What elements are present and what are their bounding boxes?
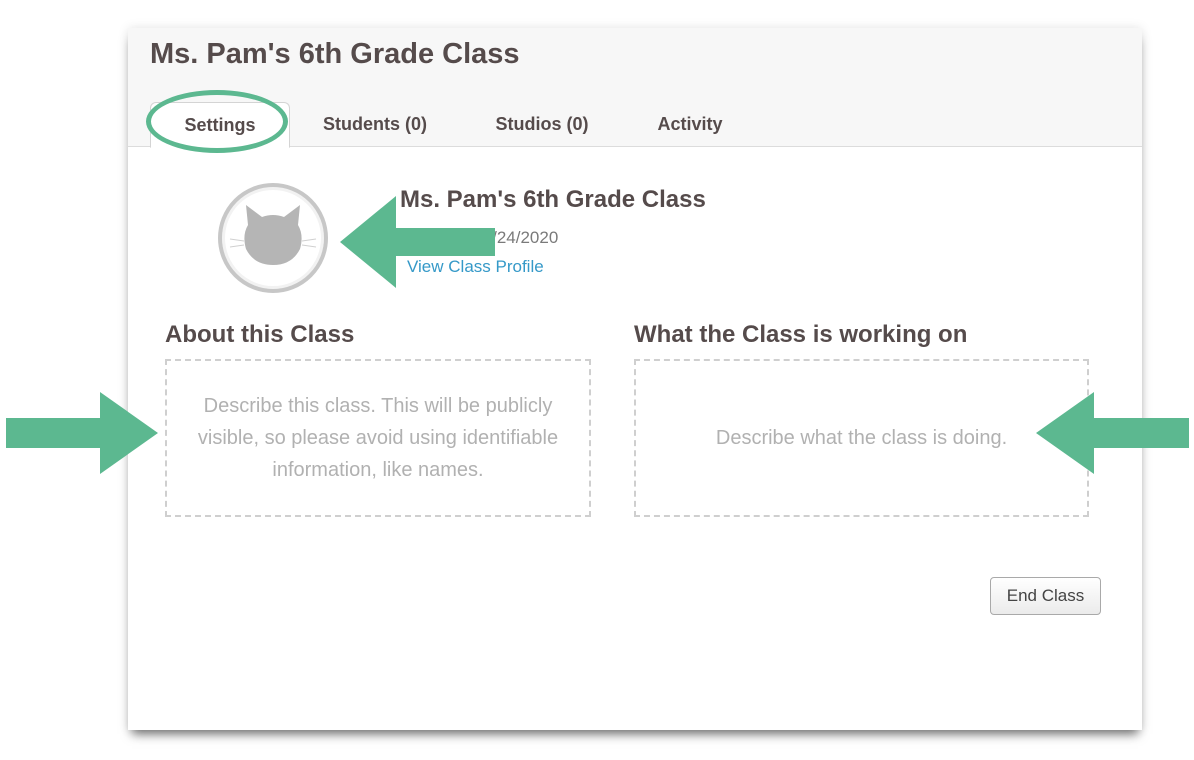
class-avatar[interactable] [218, 183, 328, 293]
working-on-description-field[interactable]: Describe what the class is doing. [634, 359, 1089, 517]
settings-tab-highlight-annotation [146, 90, 288, 153]
about-placeholder: Describe this class. This will be public… [197, 395, 559, 481]
tab-studios[interactable]: Studios (0) [470, 102, 614, 146]
tab-students[interactable]: Students (0) [300, 102, 450, 146]
page-title: Ms. Pam's 6th Grade Class [150, 38, 520, 70]
about-field-arrow-annotation [6, 392, 158, 474]
working-on-field-arrow-annotation [1036, 392, 1189, 474]
end-class-button[interactable]: End Class [990, 577, 1101, 615]
about-description-field[interactable]: Describe this class. This will be public… [165, 359, 591, 517]
working-on-placeholder: Describe what the class is doing. [715, 427, 1008, 449]
working-on-section-title: What the Class is working on [634, 321, 968, 348]
class-settings-card: Ms. Pam's 6th Grade Class Settings Stude… [128, 28, 1142, 730]
about-section-title: About this Class [165, 321, 355, 348]
cat-icon [229, 205, 317, 265]
card-header: Ms. Pam's 6th Grade Class Settings Stude… [128, 28, 1142, 153]
avatar-arrow-annotation [340, 196, 495, 288]
tab-activity[interactable]: Activity [638, 102, 742, 146]
